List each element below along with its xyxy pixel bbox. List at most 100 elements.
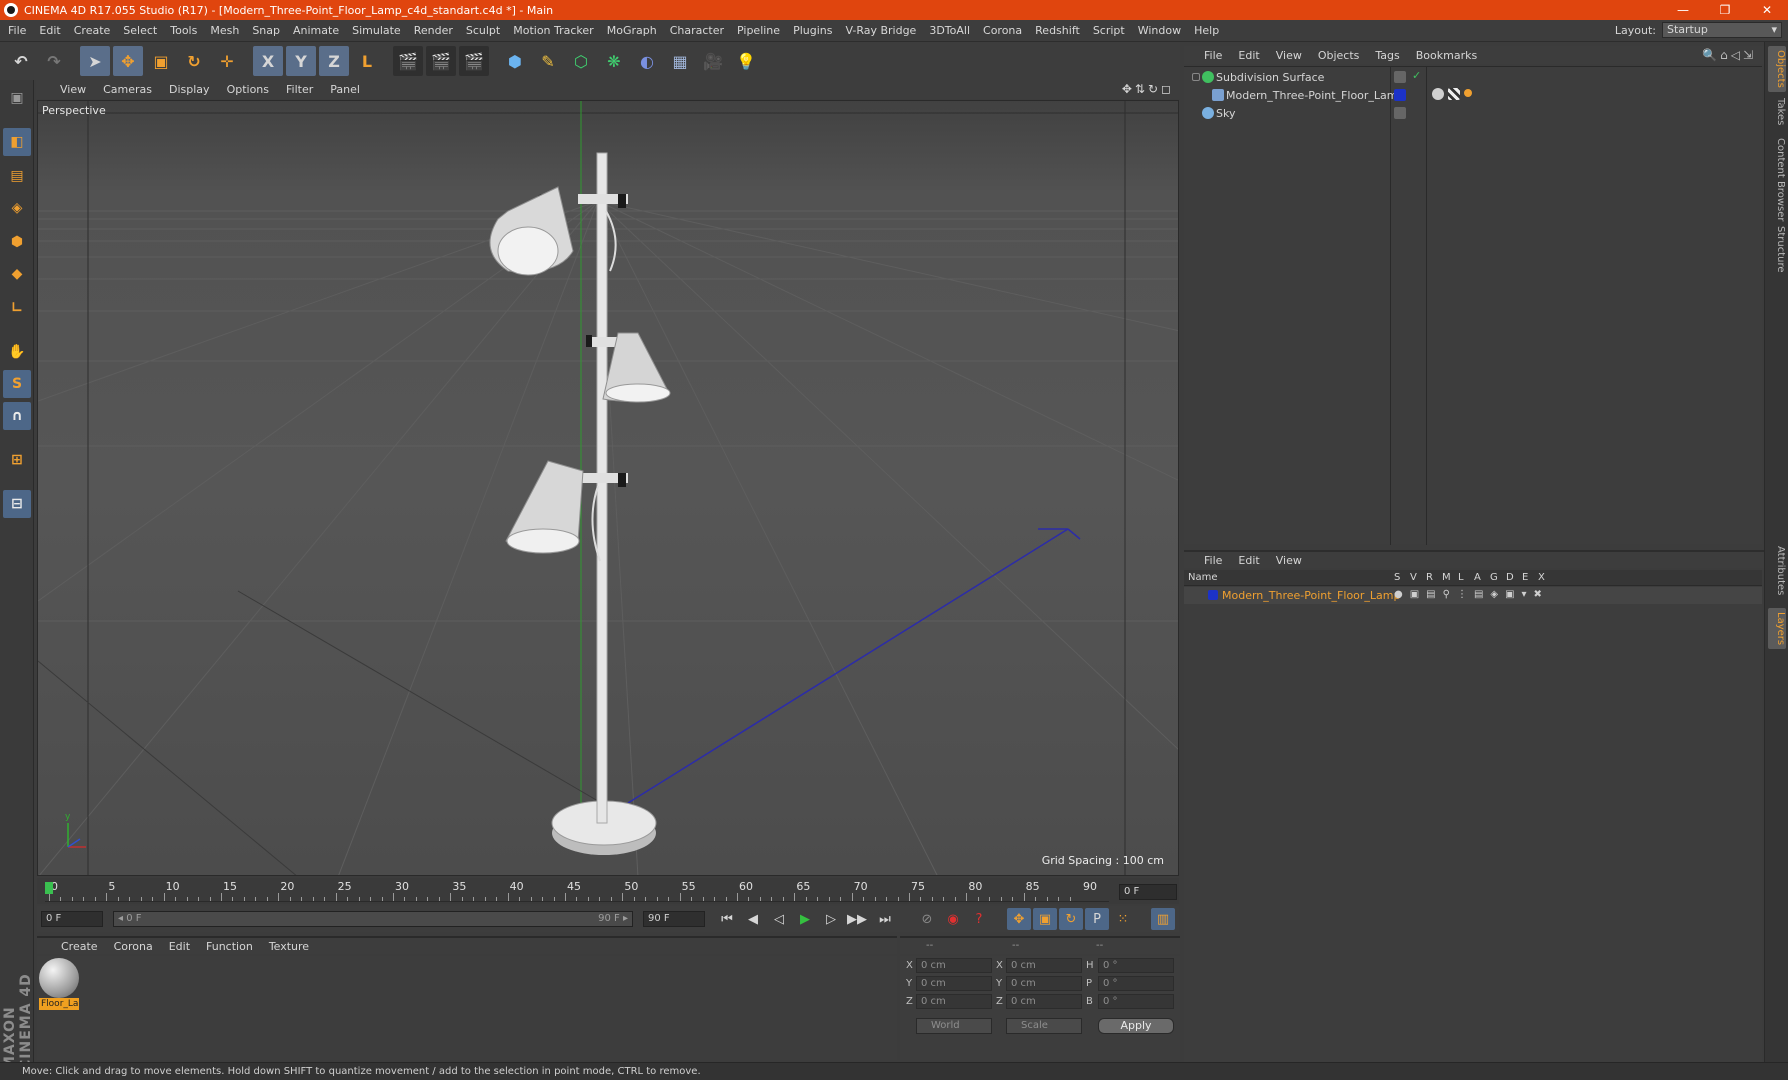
go-to-end-button[interactable]: ⏭ (873, 908, 897, 930)
camera-button[interactable]: 🎥 (698, 46, 728, 76)
viewport-menu-display[interactable]: Display (169, 83, 210, 96)
record-parameter-icon[interactable]: P (1085, 908, 1109, 930)
texture-mode-button[interactable]: ▤ (3, 162, 31, 190)
menu-window[interactable]: Window (1138, 24, 1181, 37)
rot-p-field[interactable]: 0 ° (1098, 976, 1174, 991)
play-button[interactable]: ▶ (793, 908, 817, 930)
menu-character[interactable]: Character (670, 24, 724, 37)
layer-tag-icon[interactable] (1394, 71, 1406, 83)
cube-primitive-button[interactable]: ⬢ (500, 46, 530, 76)
make-editable-button[interactable]: ▣ (3, 84, 31, 112)
menu-redshift[interactable]: Redshift (1035, 24, 1080, 37)
viewport-navigation-icons[interactable]: ✥⇅↻◻ (1122, 82, 1174, 96)
menu-select[interactable]: Select (123, 24, 157, 37)
timeline-window-icon[interactable]: ▥ (1151, 908, 1175, 930)
pos-x-field[interactable]: 0 cm (916, 958, 992, 973)
layout-dropdown[interactable]: Startup (1662, 22, 1782, 38)
subdivision-surface-button[interactable]: ⬡ (566, 46, 596, 76)
column-expressions[interactable]: E (1522, 572, 1528, 583)
snap-button[interactable]: ∩ (3, 402, 31, 430)
previous-frame-button[interactable]: ◁ (767, 908, 791, 930)
layer-row[interactable]: Modern_Three-Point_Floor_Lamp ●▣▤⚲⋮▤◈▣▾✖ (1184, 587, 1762, 604)
menu-mesh[interactable]: Mesh (210, 24, 239, 37)
playhead[interactable] (45, 882, 53, 894)
record-point-level-icon[interactable]: ⁙ (1111, 908, 1135, 930)
size-z-field[interactable]: 0 cm (1006, 994, 1082, 1009)
viewport-menu-options[interactable]: Options (227, 83, 269, 96)
layer-tag-icon[interactable] (1394, 107, 1406, 119)
tab-objects[interactable]: Objects (1768, 46, 1786, 92)
viewport-menu-view[interactable]: View (60, 83, 86, 96)
minimize-button[interactable]: — (1662, 0, 1704, 20)
next-key-button[interactable]: ▶▶ (845, 908, 869, 930)
material-tag-icon[interactable] (1432, 88, 1444, 100)
layer-name[interactable]: Modern_Three-Point_Floor_Lamp (1222, 589, 1401, 602)
start-frame-field[interactable]: 0 F (41, 911, 103, 927)
mm-menu-create[interactable]: Create (61, 940, 98, 953)
restore-button[interactable]: ❐ (1704, 0, 1746, 20)
mm-menu-texture[interactable]: Texture (269, 940, 309, 953)
texture-tag-icon[interactable] (1448, 88, 1460, 100)
layer-flag-icons[interactable]: ●▣▤⚲⋮▤◈▣▾✖ (1394, 589, 1549, 600)
menu-render[interactable]: Render (414, 24, 453, 37)
column-generators[interactable]: G (1490, 572, 1498, 583)
polygons-mode-button[interactable]: ∟ (3, 294, 31, 322)
lm-menu-file[interactable]: File (1204, 554, 1222, 567)
end-frame-field[interactable]: 90 F (643, 911, 705, 927)
array-button[interactable]: ❋ (599, 46, 629, 76)
tab-layers[interactable]: Layers (1768, 608, 1786, 650)
rotate-tool-button[interactable]: ↻ (179, 46, 209, 76)
tab-content-browser[interactable]: Content Browser (1768, 134, 1786, 225)
size-y-field[interactable]: 0 cm (1006, 976, 1082, 991)
apply-button[interactable]: Apply (1098, 1018, 1174, 1034)
x-axis-button[interactable]: X (253, 46, 283, 76)
menu-mograph[interactable]: MoGraph (607, 24, 657, 37)
menu-pipeline[interactable]: Pipeline (737, 24, 780, 37)
om-menu-file[interactable]: File (1204, 49, 1222, 62)
mm-menu-edit[interactable]: Edit (169, 940, 190, 953)
mm-menu-corona[interactable]: Corona (114, 940, 153, 953)
column-deformers[interactable]: D (1506, 572, 1514, 583)
points-mode-button[interactable]: ⬢ (3, 228, 31, 256)
lm-menu-edit[interactable]: Edit (1238, 554, 1259, 567)
next-frame-button[interactable]: ▷ (819, 908, 843, 930)
om-menu-objects[interactable]: Objects (1318, 49, 1360, 62)
menu-3dtoall[interactable]: 3DToAll (929, 24, 970, 37)
edges-mode-button[interactable]: ◆ (3, 260, 31, 288)
range-slider[interactable]: ◂ 0 F 90 F ▸ (113, 911, 633, 927)
object-row-floor-lamp[interactable]: Modern_Three-Point_Floor_Lamp (1184, 87, 1762, 104)
column-render[interactable]: R (1426, 572, 1433, 583)
mm-menu-function[interactable]: Function (206, 940, 253, 953)
material-swatch[interactable]: Floor_La (39, 958, 79, 1010)
perspective-viewport[interactable]: y Perspective Grid Spacing : 100 cm (37, 100, 1179, 876)
pos-z-field[interactable]: 0 cm (916, 994, 992, 1009)
workplane-lock-button[interactable]: ⊟ (3, 490, 31, 518)
menu-corona[interactable]: Corona (983, 24, 1022, 37)
menu-sculpt[interactable]: Sculpt (466, 24, 500, 37)
coordinate-system-button[interactable]: L (352, 46, 382, 76)
column-xref[interactable]: X (1538, 572, 1545, 583)
close-button[interactable]: ✕ (1746, 0, 1788, 20)
menu-simulate[interactable]: Simulate (352, 24, 401, 37)
size-x-field[interactable]: 0 cm (1006, 958, 1082, 973)
redo-button[interactable]: ↷ (39, 46, 69, 76)
keyframe-selection-icon[interactable]: ⊘ (915, 908, 939, 930)
pen-spline-button[interactable]: ✎ (533, 46, 563, 76)
timeline-ruler[interactable]: 0 5 10 15 20 25 30 35 40 45 50 55 60 65 70 75 80 85 90 0 F (37, 878, 1179, 904)
column-view[interactable]: V (1410, 572, 1417, 583)
om-menu-edit[interactable]: Edit (1238, 49, 1259, 62)
workplane-mode-button[interactable]: ◈ (3, 194, 31, 222)
menu-create[interactable]: Create (74, 24, 111, 37)
autokeying-icon[interactable]: ? (967, 908, 991, 930)
phong-tag-icon[interactable] (1464, 89, 1472, 97)
live-selection-button[interactable]: ✛ (212, 46, 242, 76)
record-rotation-icon[interactable]: ↻ (1059, 908, 1083, 930)
move-tool-button[interactable]: ✥ (113, 46, 143, 76)
select-tool-button[interactable]: ➤ (80, 46, 110, 76)
tweak-mode-button[interactable]: S (3, 370, 31, 398)
undo-button[interactable]: ↶ (6, 46, 36, 76)
y-axis-button[interactable]: Y (286, 46, 316, 76)
lm-menu-view[interactable]: View (1276, 554, 1302, 567)
rot-h-field[interactable]: 0 ° (1098, 958, 1174, 973)
viewport-menu-panel[interactable]: Panel (330, 83, 360, 96)
